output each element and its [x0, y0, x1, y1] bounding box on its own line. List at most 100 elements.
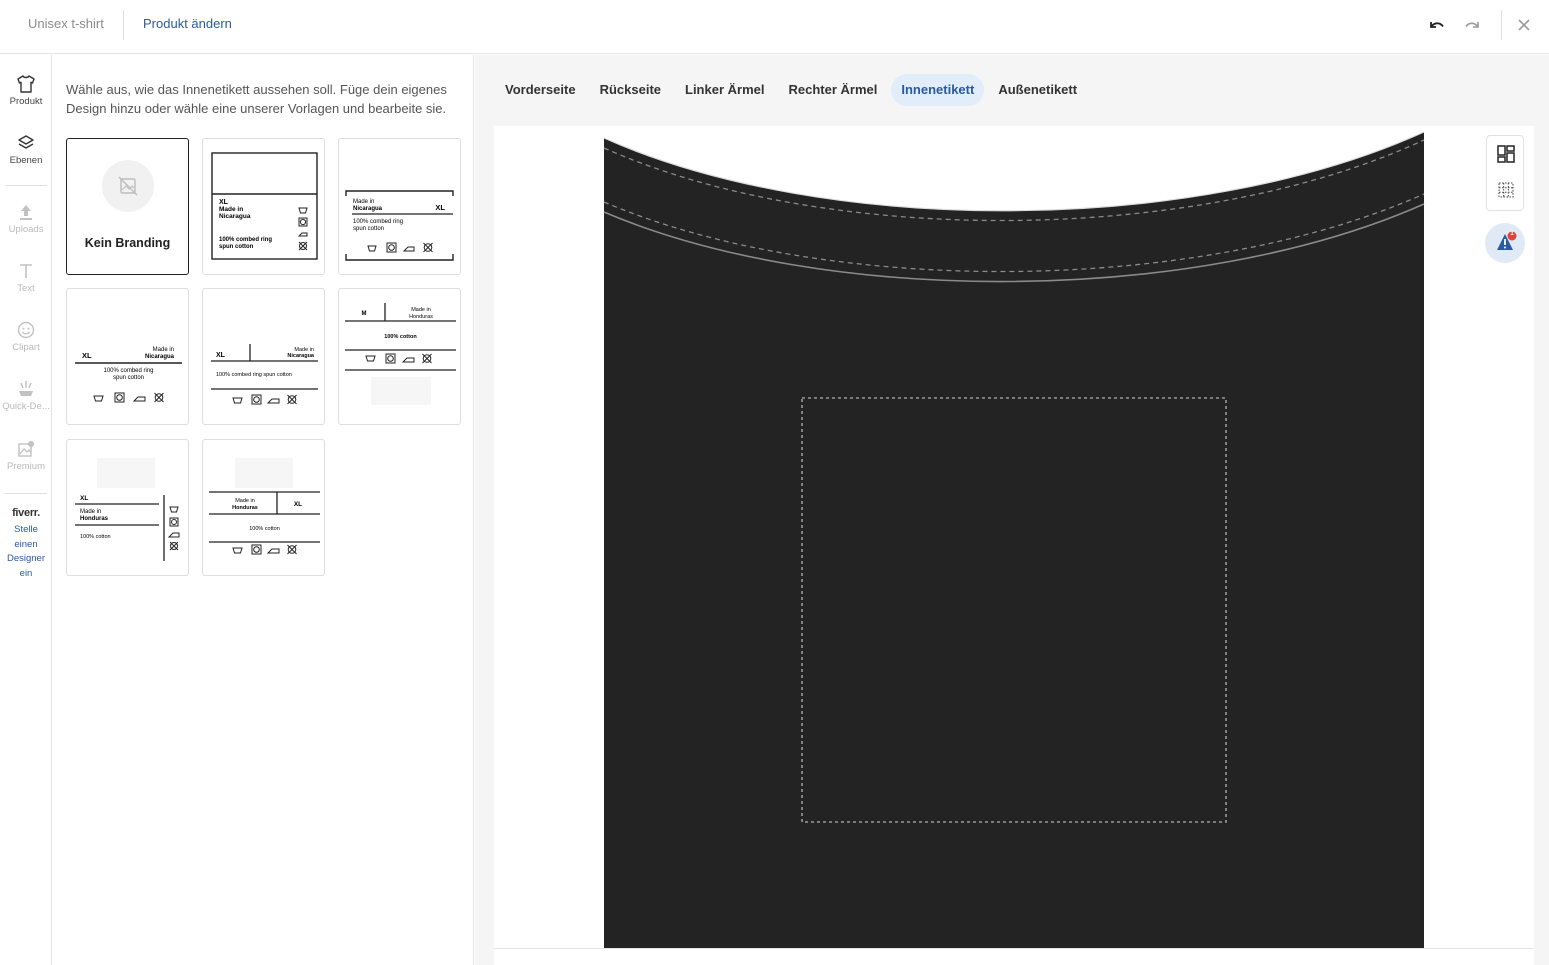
link-line: einen [14, 538, 38, 550]
label-preview: XL Made in Honduras 100% cotton [75, 458, 180, 561]
label-preview: Made in Nicaragua XL 100% combed ring sp… [345, 190, 454, 261]
label-material: 100% cotton [384, 334, 417, 340]
link-line: Stelle [14, 524, 38, 535]
link-line: ein [19, 567, 33, 579]
label-preview: M Made in Honduras 100% cotton [345, 303, 456, 405]
no-branding-label: Kein Branding [84, 236, 171, 250]
label-made-in: Made in [411, 307, 431, 313]
divider [5, 493, 47, 494]
no-image-badge [102, 160, 154, 212]
stage-footer [494, 948, 1534, 965]
tab-front[interactable]: Vorderseite [495, 74, 586, 106]
sidebar-item-clipart[interactable]: Clipart [0, 321, 52, 353]
label-template-panel: Wähle aus, wie das Innenetikett aussehen… [53, 55, 474, 965]
close-icon [1518, 19, 1530, 31]
label-country: Nicaragua [353, 206, 383, 212]
template-card-6[interactable]: XL Made in Honduras 100% cotton [66, 439, 189, 576]
quality-warning-button[interactable]: 1 [1485, 223, 1525, 263]
tab-back[interactable]: Rückseite [590, 74, 671, 106]
divider [5, 185, 47, 186]
label-preview: Made in Nicaragua XL 100% combed ring sp… [211, 344, 318, 405]
label-material: 100% combed ring spun cotton [216, 372, 292, 378]
hire-designer-link[interactable]: Stelle einen Designer ein [0, 523, 52, 581]
layout-icon [1497, 145, 1515, 163]
care-symbols [365, 353, 432, 364]
template-card-1[interactable]: XL Made in Nicaragua 100% combed ring sp… [202, 138, 325, 275]
sidebar-item-layers[interactable]: Ebenen [0, 134, 52, 166]
label-size: XL [82, 351, 92, 360]
label-country: Honduras [80, 516, 109, 522]
label-material: 100% cotton [80, 534, 111, 540]
label-material: spun cotton [113, 375, 144, 381]
label-country: Honduras [232, 505, 258, 511]
product-name: Unisex t-shirt [28, 16, 104, 31]
care-symbols [167, 506, 180, 551]
label-material: 100% combed ring [103, 368, 153, 374]
label-size: XL [80, 495, 88, 502]
template-card-5[interactable]: M Made in Honduras 100% cotton [338, 288, 461, 425]
label-country: Nicaragua [219, 213, 251, 220]
care-symbols [232, 544, 297, 555]
label-material: 100% cotton [249, 526, 280, 532]
sidebar-item-label: Clipart [12, 342, 40, 353]
label-country: Honduras [409, 314, 433, 320]
sidebar-item-quick-design[interactable]: Quick-De... [0, 380, 52, 412]
left-sidebar: Produkt Ebenen Uploads Text Clipart Quic… [0, 55, 52, 965]
label-made-in: Made in [219, 206, 243, 213]
template-card-2[interactable]: Made in Nicaragua XL 100% combed ring sp… [338, 138, 461, 275]
tshirt-icon [17, 75, 35, 93]
design-stage[interactable] [494, 126, 1534, 948]
sidebar-item-label: Uploads [8, 224, 44, 235]
grid-icon [1498, 182, 1514, 198]
tab-left-sleeve[interactable]: Linker Ärmel [675, 74, 774, 106]
sidebar-item-text[interactable]: Text [0, 262, 52, 294]
label-made-in: Made in [80, 509, 101, 515]
label-made-in: Made in [353, 199, 374, 205]
layout-view-button[interactable] [1496, 144, 1516, 164]
change-product-link[interactable]: Produkt ändern [143, 16, 232, 31]
template-card-3[interactable]: Made in Nicaragua XL 100% combed ring sp… [66, 288, 189, 425]
premium-image-icon [18, 441, 34, 457]
sidebar-item-label: Produkt [9, 96, 43, 107]
divider [123, 10, 124, 40]
label-material: spun cotton [353, 226, 384, 232]
close-button[interactable] [1513, 14, 1535, 36]
sidebar-item-label: Quick-De... [2, 401, 50, 412]
sidebar-item-label: Ebenen [9, 155, 43, 166]
sidebar-item-label: Text [17, 283, 35, 294]
fiverr-promo: fiverr. Stelle einen Designer ein [0, 507, 52, 581]
tab-outside-label[interactable]: Außenetikett [988, 74, 1087, 106]
care-symbols [232, 394, 297, 405]
label-made-in: Made in [153, 347, 174, 353]
no-image-icon [118, 176, 138, 196]
placement-tabs: Vorderseite Rückseite Linker Ärmel Recht… [495, 74, 1091, 106]
template-card-4[interactable]: Made in Nicaragua XL 100% combed ring sp… [202, 288, 325, 425]
text-icon [20, 264, 32, 278]
sidebar-item-product[interactable]: Produkt [0, 75, 52, 107]
fiverr-logo: fiverr. [12, 507, 40, 519]
sidebar-item-uploads[interactable]: Uploads [0, 203, 52, 235]
garment-preview [603, 131, 1425, 948]
template-card-no-branding[interactable]: Kein Branding [66, 138, 189, 275]
warning-count: 1 [1510, 230, 1514, 237]
undo-button[interactable] [1426, 14, 1448, 36]
template-card-7[interactable]: Made in Honduras XL 100% cotton [202, 439, 325, 576]
care-symbols [367, 242, 433, 253]
care-symbols [93, 392, 164, 403]
sidebar-item-premium[interactable]: Premium [0, 440, 52, 472]
label-made-in: Made in [235, 498, 255, 504]
label-material: 100% combed ring [219, 237, 272, 243]
care-symbols [297, 207, 308, 251]
label-size: XL [435, 203, 445, 212]
label-country: Nicaragua [145, 354, 175, 360]
redo-button[interactable] [1461, 14, 1483, 36]
grid-toggle-button[interactable] [1496, 180, 1516, 200]
label-material: spun cotton [219, 244, 254, 250]
label-country: Nicaragua [287, 353, 315, 359]
tab-inside-label[interactable]: Innenetikett [891, 74, 985, 106]
quick-design-icon [19, 381, 33, 396]
label-size: M [362, 311, 367, 317]
label-size: XL [294, 501, 302, 508]
redo-icon [1465, 22, 1479, 28]
tab-right-sleeve[interactable]: Rechter Ärmel [778, 74, 887, 106]
